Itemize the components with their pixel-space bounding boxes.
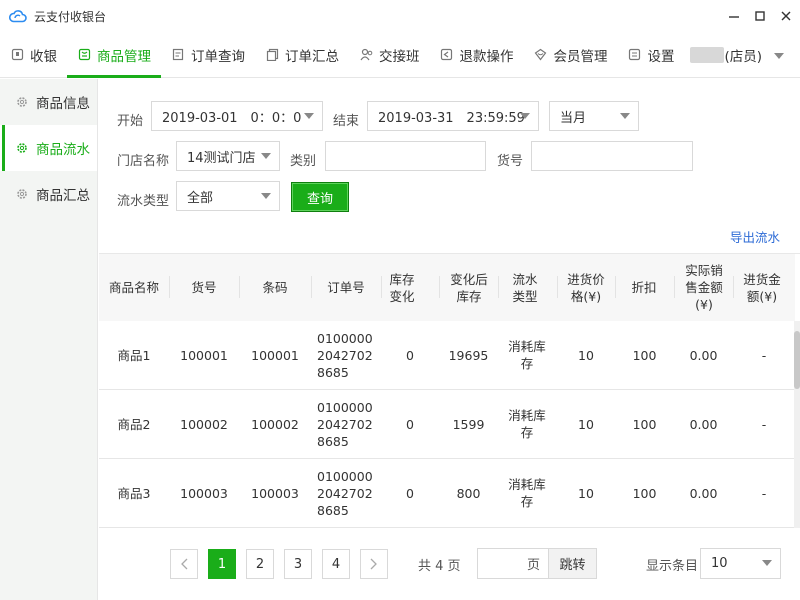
- table-header: 商品名称 货号 条码 订单号 库存变化 变化后库存 流水类型 进货价格(¥) 折…: [99, 254, 795, 321]
- sku-label: 货号: [497, 154, 524, 169]
- prev-page-button[interactable]: [170, 549, 198, 579]
- nav-order-summary[interactable]: 订单汇总: [255, 32, 349, 78]
- content-area: 开始 2019-03-01 0：0：0 结束 2019-03-31 23:59:…: [99, 79, 800, 600]
- nav-cashier[interactable]: 收银: [0, 32, 67, 78]
- col-order-no: 订单号: [327, 280, 365, 295]
- col-barcode: 条码: [262, 280, 288, 295]
- gear-icon: [16, 188, 28, 200]
- shift-icon: [359, 48, 373, 62]
- col-actual-sales: 实际销售金额(¥): [685, 263, 723, 312]
- cashier-icon: [10, 48, 24, 62]
- nav-refund[interactable]: 退款操作: [430, 32, 524, 78]
- category-input[interactable]: [325, 141, 486, 171]
- col-sku: 货号: [191, 280, 217, 295]
- page-2-button[interactable]: 2: [246, 549, 274, 579]
- col-purchase-price: 进货价格(¥): [567, 271, 605, 304]
- flow-type-label: 流水类型: [117, 194, 170, 209]
- nav-member[interactable]: 会员管理: [524, 32, 618, 78]
- user-role: (店员): [724, 49, 762, 65]
- nav-settings[interactable]: 设置: [618, 32, 685, 78]
- sku-input[interactable]: [531, 141, 693, 171]
- gear-icon: [16, 142, 28, 154]
- sidebar: 商品信息 商品流水 商品汇总: [0, 79, 98, 600]
- nav-order-search[interactable]: 订单查询: [161, 32, 255, 78]
- start-datetime-select[interactable]: 2019-03-01 0：0：0: [151, 101, 323, 131]
- table-row[interactable]: 商品2 100002 100002 010000020427028685 0 1…: [99, 390, 795, 459]
- next-page-button[interactable]: [360, 549, 388, 579]
- order-summary-icon: [265, 48, 279, 62]
- sidebar-item-goods-flow[interactable]: 商品流水: [0, 125, 97, 171]
- title-bar: 云支付收银台: [0, 0, 800, 32]
- scrollbar-thumb[interactable]: [794, 331, 800, 389]
- member-icon: [534, 48, 548, 62]
- goods-icon: [77, 48, 91, 62]
- jump-button[interactable]: 跳转: [548, 549, 596, 578]
- col-stock-change: 库存变化: [389, 271, 415, 304]
- goods-flow-table: 商品名称 货号 条码 订单号 库存变化 变化后库存 流水类型 进货价格(¥) 折…: [99, 253, 800, 528]
- store-select[interactable]: 14测试门店: [176, 141, 280, 171]
- table-scrollbar[interactable]: [794, 321, 800, 528]
- main-nav: 收银 商品管理 订单查询 订单汇总 交接班 退款操作 会员管理 设置 (店员): [0, 32, 800, 78]
- col-purchase-amount: 进货金额(¥): [743, 271, 781, 304]
- nav-goods-management[interactable]: 商品管理: [67, 32, 161, 78]
- chevron-down-icon: [774, 48, 784, 63]
- export-flow-link[interactable]: 导出流水: [730, 227, 780, 246]
- settings-icon: [628, 48, 642, 62]
- minimize-icon[interactable]: [722, 0, 746, 32]
- order-search-icon: [171, 48, 185, 62]
- pagination: 1 2 3 4 共 4 页: [170, 548, 461, 580]
- sidebar-item-goods-summary[interactable]: 商品汇总: [0, 171, 97, 217]
- close-icon[interactable]: [774, 0, 798, 32]
- total-pages-text: 共 4 页: [418, 558, 461, 574]
- period-select[interactable]: 当月: [549, 101, 639, 131]
- start-label: 开始: [117, 114, 144, 129]
- caret-down-icon: [620, 113, 630, 119]
- cloud-icon: [8, 6, 28, 26]
- col-flow-type: 流水类型: [512, 271, 538, 304]
- page-jump-input[interactable]: 页: [478, 549, 548, 578]
- nav-shift[interactable]: 交接班: [349, 32, 430, 78]
- app-title: 云支付收银台: [34, 9, 107, 24]
- table-row[interactable]: 商品1 100001 100001 010000020427028685 0 1…: [99, 321, 795, 390]
- maximize-icon[interactable]: [748, 0, 772, 32]
- table-row[interactable]: 商品3 100003 100003 010000020427028685 0 8…: [99, 459, 795, 528]
- gear-icon: [16, 96, 28, 108]
- flow-type-select[interactable]: 全部: [176, 181, 280, 211]
- page-size-label: 显示条目: [646, 559, 699, 574]
- caret-down-icon: [261, 193, 271, 199]
- user-name-redacted: [690, 47, 725, 63]
- page-3-button[interactable]: 3: [284, 549, 312, 579]
- caret-down-icon: [520, 113, 530, 119]
- caret-down-icon: [261, 153, 271, 159]
- end-label: 结束: [333, 114, 360, 129]
- col-discount: 折扣: [631, 280, 657, 295]
- end-datetime-select[interactable]: 2019-03-31 23:59:59: [367, 101, 539, 131]
- page-1-button[interactable]: 1: [208, 549, 236, 579]
- query-button[interactable]: 查询: [291, 182, 349, 212]
- store-label: 门店名称: [117, 154, 170, 169]
- user-menu[interactable]: (店员): [690, 32, 784, 78]
- col-stock-after: 变化后库存: [450, 271, 488, 304]
- page-4-button[interactable]: 4: [322, 549, 350, 579]
- page-jump: 页 跳转: [477, 548, 597, 579]
- refund-icon: [440, 48, 454, 62]
- category-label: 类别: [290, 154, 317, 169]
- page-size-select[interactable]: 10: [700, 548, 781, 579]
- caret-down-icon: [762, 560, 772, 566]
- caret-down-icon: [304, 113, 314, 119]
- sidebar-item-goods-info[interactable]: 商品信息: [0, 79, 97, 125]
- col-goods-name: 商品名称: [108, 280, 159, 295]
